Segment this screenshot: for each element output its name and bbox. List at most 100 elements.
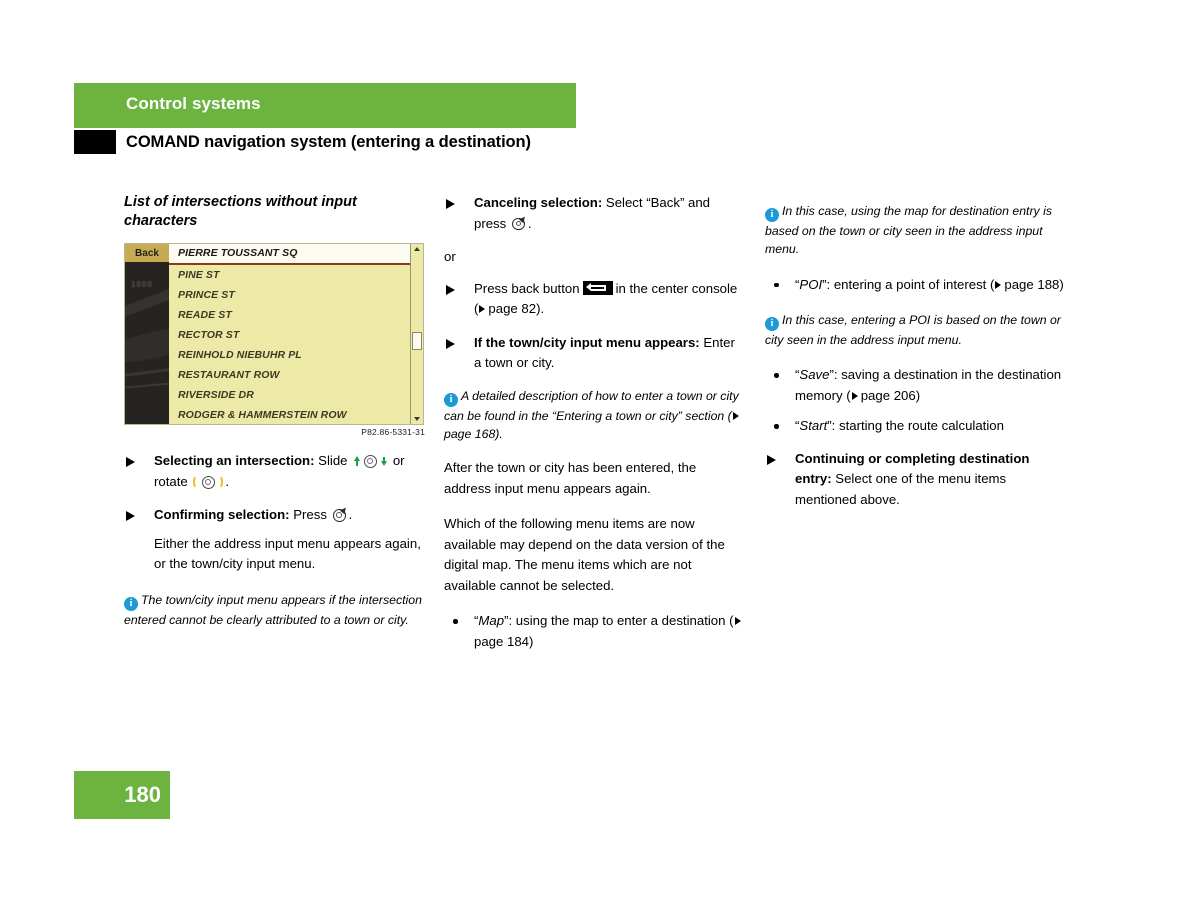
slide-controller-icon xyxy=(352,454,388,469)
note-text-1: A detailed description of how to enter a… xyxy=(444,388,739,423)
menu-item-name: Start xyxy=(799,418,828,434)
comand-screenshot-figure: 1000 Back PIERRE TOUSSANT SQ PINE ST PRI… xyxy=(124,243,426,437)
bullet-dot-icon xyxy=(774,282,779,288)
bullet-dot-icon xyxy=(774,424,779,429)
step-label: If the town/city input menu appears: xyxy=(474,334,700,350)
step-triangle-icon xyxy=(446,284,455,295)
section-marker-block xyxy=(74,130,116,154)
list-item[interactable]: REINHOLD NIEBUHR PL xyxy=(169,345,411,365)
step-continuing-destination-entry: Continuing or completing destination ent… xyxy=(765,449,1065,511)
step-text: Press xyxy=(289,507,331,522)
bullet-close: ) xyxy=(529,633,534,649)
step-text: Slide xyxy=(314,453,352,468)
page-reference: page 206 xyxy=(860,387,916,403)
left-paragraph: Either the address input menu appears ag… xyxy=(154,535,421,572)
info-icon: i xyxy=(765,317,779,332)
step-text-close: ). xyxy=(536,301,545,316)
menu-item-name: POI xyxy=(799,276,823,292)
note-detailed-description: iA detailed description of how to enter … xyxy=(444,387,744,444)
rotate-controller-icon xyxy=(192,475,224,490)
step-confirming-selection: Confirming selection: Press . xyxy=(124,505,424,526)
comand-list-scrollbar[interactable] xyxy=(410,244,423,424)
note-text-2: ). xyxy=(495,426,503,441)
menu-item-name: Map xyxy=(478,613,505,629)
step-label: Selecting an intersection: xyxy=(154,453,315,468)
chapter-title: Control systems xyxy=(126,94,261,113)
scrollbar-thumb[interactable] xyxy=(412,332,422,350)
or-separator: or xyxy=(444,249,456,264)
middle-paragraph-2: Which of the following menu items are no… xyxy=(444,516,725,593)
step-triangle-icon xyxy=(126,511,135,521)
bullet-text: ”: using the map to enter a destination … xyxy=(504,613,734,629)
press-controller-icon xyxy=(512,214,528,232)
info-icon: i xyxy=(765,208,779,222)
comand-back-button[interactable]: Back xyxy=(125,244,169,262)
back-button-icon xyxy=(582,280,613,295)
step-triangle-icon xyxy=(446,338,455,349)
list-item[interactable]: RODGER & HAMMERSTEIN ROW xyxy=(169,405,411,424)
footer-page-band: 180 xyxy=(74,771,170,819)
list-item[interactable]: PRINCE ST xyxy=(169,285,411,305)
bullet-text: ”: starting the route calculation xyxy=(827,418,1004,434)
step-text-after: . xyxy=(225,473,230,489)
section-subtitle: COMAND navigation system (entering a des… xyxy=(126,133,531,151)
figure-caption: P82.86-5331-31 xyxy=(361,427,425,437)
step-label: Canceling selection: xyxy=(474,195,603,210)
bullet-dot-icon xyxy=(774,373,779,378)
comand-screen: 1000 Back PIERRE TOUSSANT SQ PINE ST PRI… xyxy=(124,243,424,425)
page-ref-triangle-icon xyxy=(732,411,739,420)
chapter-header-band: Control systems xyxy=(74,83,576,128)
left-column-heading: List of intersections without input char… xyxy=(124,194,357,229)
list-item[interactable]: READE ST xyxy=(169,305,411,325)
middle-column: Canceling selection: Select “Back” and p… xyxy=(444,193,744,652)
list-item[interactable]: RIVERSIDE DR xyxy=(169,385,411,405)
comand-intersection-list[interactable]: PIERRE TOUSSANT SQ PINE ST PRINCE ST REA… xyxy=(169,244,411,424)
scroll-down-arrow-icon[interactable] xyxy=(414,417,420,421)
list-item[interactable]: RECTOR ST xyxy=(169,325,411,345)
bullet-poi: “POI”: entering a point of interest (pag… xyxy=(765,275,1065,296)
note-poi-entry: i In this case, entering a POI is based o… xyxy=(765,311,1065,349)
note-text: In this case, entering a POI is based on… xyxy=(765,313,1061,348)
list-item[interactable]: PINE ST xyxy=(169,265,411,285)
note-text: In this case, using the map for destinat… xyxy=(765,204,1052,257)
page-reference: page 184 xyxy=(474,633,530,649)
bullet-close: ) xyxy=(1059,276,1064,292)
scroll-up-arrow-icon[interactable] xyxy=(414,247,420,251)
menu-item-name: Save xyxy=(799,367,830,383)
bullet-save: “Save”: saving a destination in the dest… xyxy=(765,365,1065,406)
list-item[interactable]: PIERRE TOUSSANT SQ xyxy=(169,244,411,265)
press-controller-icon xyxy=(333,505,348,523)
bullet-start: “Start”: starting the route calculation xyxy=(765,416,1065,437)
note-text: The town/city input menu appears if the … xyxy=(124,592,422,627)
note-map-destination-entry: i In this case, using the map for destina… xyxy=(765,202,1065,259)
step-text-before: Press back button xyxy=(474,280,580,296)
page-ref-triangle-icon xyxy=(851,391,858,400)
page-number: 180 xyxy=(124,782,161,807)
page-reference: page 168 xyxy=(444,426,496,441)
info-icon: i xyxy=(124,596,138,611)
page-reference: page 188 xyxy=(1004,276,1060,292)
step-triangle-icon xyxy=(446,199,455,209)
bullet-text: ”: saving a destination in the destinati… xyxy=(795,367,1062,403)
bullet-text: ”: entering a point of interest ( xyxy=(822,276,995,292)
page-reference: page 82 xyxy=(488,301,537,316)
step-triangle-icon xyxy=(126,457,135,467)
right-column: i In this case, using the map for destina… xyxy=(765,193,1065,510)
note-town-city-menu: i The town/city input menu appears if the… xyxy=(124,591,424,629)
step-press-back-button: Press back button in the center console (… xyxy=(444,279,744,320)
step-selecting-intersection: Selecting an intersection: Slide or rota… xyxy=(124,451,424,492)
step-triangle-icon xyxy=(767,454,776,465)
middle-paragraph-1: After the town or city has been entered,… xyxy=(444,460,697,496)
step-text-after: . xyxy=(527,215,532,231)
step-town-city-input-menu: If the town/city input menu appears: Ent… xyxy=(444,333,744,374)
bullet-dot-icon xyxy=(453,619,458,624)
page-ref-triangle-icon xyxy=(734,617,741,626)
step-label: Confirming selection: xyxy=(154,507,290,522)
info-icon: i xyxy=(444,392,458,407)
step-text-after: . xyxy=(348,507,353,522)
list-item[interactable]: RESTAURANT ROW xyxy=(169,365,411,385)
bullet-close: ) xyxy=(915,387,921,403)
comand-map-sidebar: 1000 xyxy=(125,244,169,424)
map-blur-label: 1000 xyxy=(131,280,153,289)
page-ref-triangle-icon xyxy=(995,280,1002,289)
